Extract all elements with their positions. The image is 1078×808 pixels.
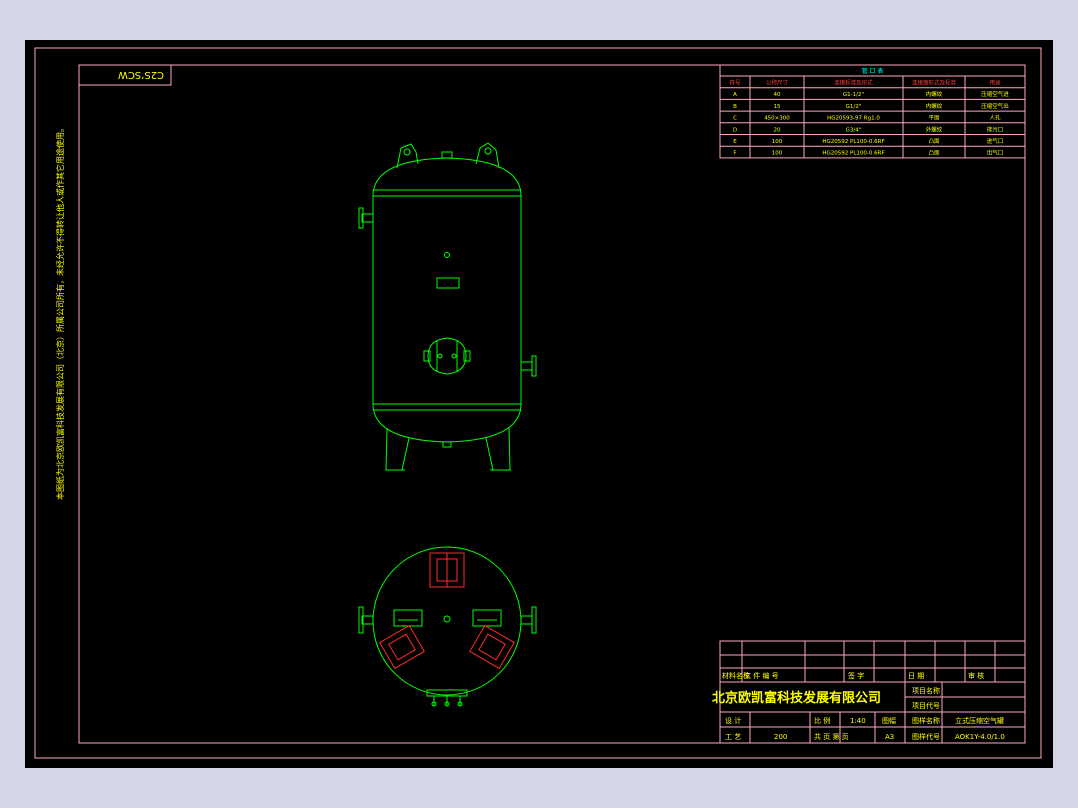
nozzle-table-cell: G1/2" bbox=[846, 104, 862, 110]
nozzle-table-cell: 人孔 bbox=[989, 114, 1001, 122]
nozzle-table-header: 连接标准及形式 bbox=[834, 79, 873, 87]
nozzle-table-cell: 100 bbox=[772, 139, 783, 145]
nozzle-table-cell: F bbox=[733, 151, 736, 157]
sheet-label: 图幅 bbox=[882, 716, 896, 725]
nozzle-table-cell: C bbox=[733, 116, 737, 122]
nozzle-table-header: 符号 bbox=[729, 79, 741, 87]
nozzle-table-cell: 压缩空气进 bbox=[981, 90, 1009, 98]
nozzle-table-cell: A bbox=[733, 92, 737, 98]
nozzle-table-cell: E bbox=[733, 139, 737, 145]
scale-value: 1:40 bbox=[850, 717, 866, 725]
stamp-text: C2S’SCW bbox=[118, 69, 164, 80]
nozzle-table-cell: 平面 bbox=[928, 115, 940, 122]
nozzle-table-cell: 100 bbox=[772, 151, 783, 157]
nozzle-table-cell: 凸面 bbox=[928, 138, 940, 145]
nozzle-table-cell: 排污口 bbox=[987, 125, 1004, 133]
nozzle-table-cell: 450×300 bbox=[764, 116, 790, 122]
nozzle-table-cell: D bbox=[733, 127, 737, 133]
drawing-name-label: 图样名称 bbox=[912, 716, 940, 725]
company-name: 北京欧凯富科技发展有限公司 bbox=[712, 690, 881, 706]
nozzle-table-header: 用途 bbox=[989, 79, 1001, 87]
nozzle-table-header: 公称尺寸 bbox=[766, 79, 789, 87]
scale-label: 比 例 bbox=[814, 716, 830, 725]
nozzle-table-header: 连接面形式及标准 bbox=[912, 79, 957, 87]
nozzle-table-cell: 进气口 bbox=[987, 137, 1004, 145]
format-value: A3 bbox=[885, 733, 894, 741]
cad-drawing-canvas[interactable]: C2S’SCW 本图纸为北京欧凯富科技发展有限公司（北京）所属公司所有，未经允许… bbox=[0, 0, 1078, 808]
signature-label: 签 字 bbox=[848, 671, 864, 680]
side-note: 本图纸为北京欧凯富科技发展有限公司（北京）所属公司所有，未经允许不得转让他人或作… bbox=[55, 124, 65, 500]
sheet-of-label: 共 页 第 页 bbox=[814, 732, 849, 741]
nozzle-table-cell: 内螺纹 bbox=[926, 102, 943, 110]
nozzle-table-cell: G1-1/2" bbox=[843, 92, 864, 98]
project-name-label: 项目名称 bbox=[912, 686, 940, 695]
design-label: 设 计 bbox=[725, 716, 741, 725]
nozzle-table-cell: 内螺纹 bbox=[926, 90, 943, 98]
drawing-no-label: 图样代号 bbox=[912, 732, 940, 741]
nozzle-table-cell: 40 bbox=[774, 92, 781, 98]
nozzle-table-cell: HG20593-97 Rg1.0 bbox=[827, 116, 880, 122]
project-no-label: 项目代号 bbox=[912, 701, 940, 710]
nozzle-table-cell: 压缩空气出 bbox=[981, 102, 1009, 110]
nozzle-table-cell: 15 bbox=[774, 104, 781, 110]
approve-label: 审 核 bbox=[968, 671, 984, 680]
drawing-name-value: 立式压缩空气罐 bbox=[955, 716, 1004, 725]
tech-label: 文 件 编 号 bbox=[744, 671, 779, 680]
weight-value: 200 bbox=[774, 733, 787, 741]
nozzle-table-cell: 20 bbox=[774, 127, 781, 133]
date-label: 日 期 bbox=[908, 672, 924, 680]
nozzle-table-title: 管 口 表 bbox=[862, 67, 884, 75]
drawing-no-value: AOK1Y-4.0/1.0 bbox=[955, 733, 1005, 741]
nozzle-table-cell: 外螺纹 bbox=[926, 125, 943, 133]
nozzle-table-cell: G3/4" bbox=[846, 127, 862, 133]
nozzle-table-cell: B bbox=[733, 104, 737, 110]
nozzle-table-cell: 凸面 bbox=[928, 150, 940, 157]
nozzle-table-cell: HG20592 PL100-0.6RF bbox=[822, 151, 884, 157]
drawing-sheet bbox=[25, 40, 1053, 768]
nozzle-table-cell: HG20592 PL100-0.6RF bbox=[822, 139, 884, 145]
nozzle-table-cell: 出气口 bbox=[987, 149, 1004, 157]
check-label: 工 艺 bbox=[725, 733, 741, 741]
